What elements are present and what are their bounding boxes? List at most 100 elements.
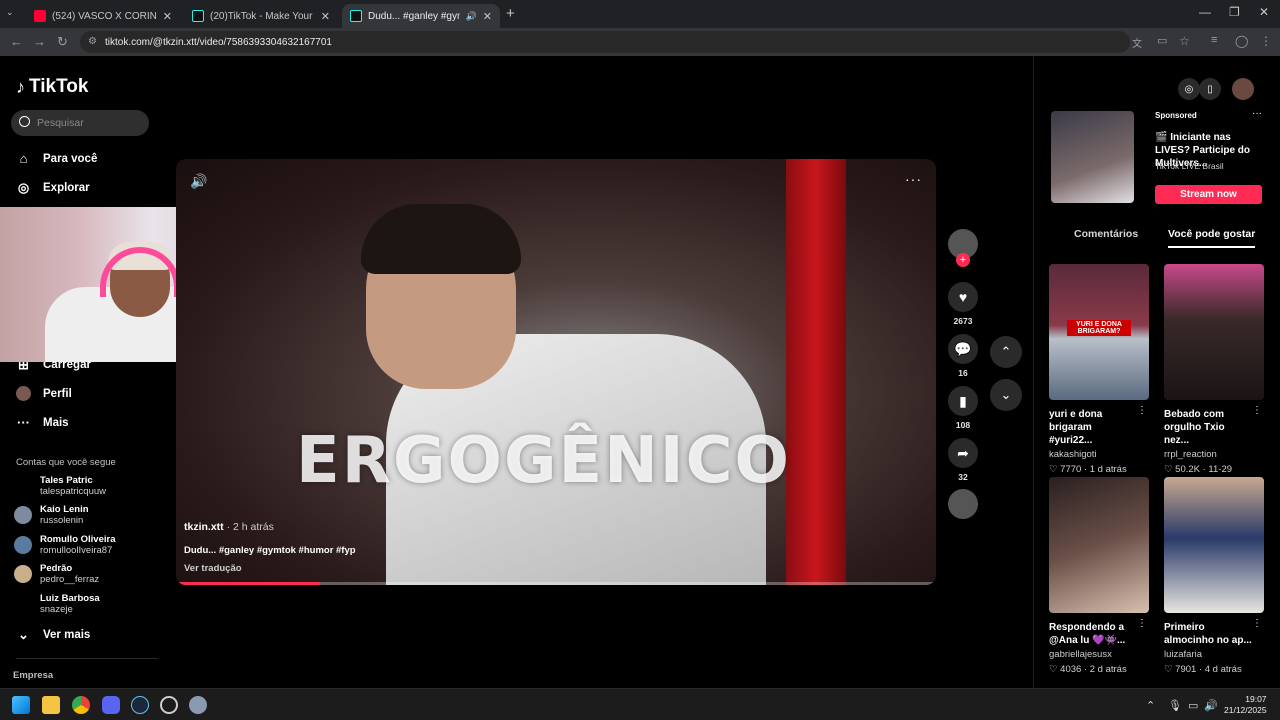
recommended-video-card[interactable]: ⋮ Respondendo a @Ana lu 💜👾... gabriellaj…: [1049, 477, 1149, 675]
tiktok-icon: [192, 10, 204, 22]
thumbnail-caption: YURI E DONA BRIGARAM?: [1067, 320, 1131, 336]
system-clock[interactable]: 19:07 21/12/2025: [1224, 694, 1267, 716]
tab-you-may-like[interactable]: Você pode gostar: [1168, 228, 1256, 248]
following-account[interactable]: Kaio Lenin russolenin: [14, 504, 89, 526]
heart-icon: ♥: [948, 282, 978, 312]
audio-playing-icon[interactable]: 🔊: [466, 11, 477, 22]
search-input[interactable]: Pesquisar: [11, 110, 149, 136]
video-thumbnail: [1164, 264, 1264, 400]
close-tab-icon[interactable]: ✕: [483, 10, 492, 23]
ad-more-icon[interactable]: ···: [1252, 108, 1262, 119]
next-video-button[interactable]: ⌄: [990, 379, 1022, 411]
tab-comments[interactable]: Comentários: [1074, 228, 1138, 240]
tab-youtube[interactable]: (524) VASCO X CORINTHIANS | ✕: [26, 4, 180, 28]
compass-icon: ◎: [17, 180, 30, 195]
address-bar-row: ← → ↻ ⚙ tiktok.com/@tkzin.xtt/video/7586…: [0, 28, 1280, 56]
recommended-video-card[interactable]: ⋮ Bebado com orgulho Txio nez... rrpl_re…: [1164, 264, 1264, 475]
minimize-icon[interactable]: —: [1199, 5, 1211, 19]
following-account[interactable]: Luiz Barbosa snazeje: [14, 593, 100, 615]
nav-profile[interactable]: Perfil: [16, 386, 72, 401]
settings-icon[interactable]: [189, 696, 207, 714]
see-more-button[interactable]: ⌄ Ver mais: [16, 627, 90, 643]
volume-icon[interactable]: 🔊: [190, 173, 207, 190]
translate-icon[interactable]: 文: [1132, 35, 1142, 50]
save-button[interactable]: ▮ 108: [948, 386, 978, 430]
chevron-up-icon[interactable]: ⌃: [1146, 699, 1155, 712]
card-more-icon[interactable]: ⋮: [1252, 405, 1262, 416]
share-button[interactable]: ➦ 32: [948, 438, 978, 482]
following-account[interactable]: Romullo Oliveira romulloolIveira87: [14, 534, 116, 556]
avatar[interactable]: [1232, 78, 1254, 100]
nav-explore[interactable]: ◎ Explorar: [16, 180, 90, 196]
nav-for-you[interactable]: ⌂ Para você: [16, 151, 98, 166]
translate-link[interactable]: Ver tradução: [184, 563, 242, 574]
avatar: [14, 477, 32, 495]
video-progress-fill: [176, 582, 321, 585]
company-link[interactable]: Empresa: [13, 670, 53, 681]
chrome-icon[interactable]: [72, 696, 90, 714]
ad-thumbnail[interactable]: [1051, 111, 1134, 203]
recommended-video-card[interactable]: ⋮ Primeiro almocinho no ap... luizafaria…: [1164, 477, 1264, 675]
follow-plus-icon[interactable]: +: [956, 253, 970, 267]
video-more-icon[interactable]: ···: [905, 171, 922, 187]
card-more-icon[interactable]: ⋮: [1137, 405, 1147, 416]
video-thumbnail: YURI E DONA BRIGARAM?: [1049, 264, 1149, 400]
monitor-icon[interactable]: ▭: [1188, 699, 1198, 712]
avatar: [14, 595, 32, 613]
tiktok-note-icon: ♪: [16, 76, 25, 97]
tab-search-icon[interactable]: ⌄: [6, 7, 22, 21]
sidebar-divider: [16, 658, 158, 659]
card-more-icon[interactable]: ⋮: [1137, 618, 1147, 629]
following-account[interactable]: Pedrão pedro__ferraz: [14, 563, 99, 585]
app-icon[interactable]: [160, 696, 178, 714]
close-tab-icon[interactable]: ✕: [163, 10, 172, 23]
compass-icon[interactable]: ◎: [1178, 78, 1200, 100]
video-overlay-text: ERGOGÊNICO: [296, 424, 791, 498]
video-player[interactable]: ERGOGÊNICO 🔊 ··· tkzin.xtt · 2 h atrás D…: [176, 159, 936, 585]
stream-now-button[interactable]: Stream now: [1155, 185, 1262, 204]
microphone-icon[interactable]: 🎙: [1168, 699, 1182, 712]
speaker-icon[interactable]: 🔊: [1204, 699, 1218, 712]
file-explorer-icon[interactable]: [42, 696, 60, 714]
video-progress-bar[interactable]: [176, 582, 936, 585]
nav-more[interactable]: ··· Mais: [16, 415, 69, 430]
tiktok-logo[interactable]: ♪ TikTok: [16, 76, 88, 98]
recommended-video-card[interactable]: YURI E DONA BRIGARAM? ⋮ yuri e dona brig…: [1049, 264, 1149, 475]
author-avatar-button[interactable]: +: [948, 229, 978, 267]
comment-button[interactable]: 💬 16: [948, 334, 978, 378]
share-icon: ➦: [948, 438, 978, 468]
following-header: Contas que você segue: [16, 457, 116, 468]
device-icon[interactable]: ▯: [1199, 78, 1221, 100]
account-icon[interactable]: ◯: [1235, 34, 1248, 48]
bookmark-star-icon[interactable]: ☆: [1179, 34, 1190, 48]
cast-icon[interactable]: ▭: [1157, 34, 1167, 47]
new-tab-button[interactable]: +: [506, 5, 515, 22]
video-caption[interactable]: Dudu... #ganley #gymtok #humor #fyp: [184, 545, 356, 556]
url-field[interactable]: ⚙ tiktok.com/@tkzin.xtt/video/7586393304…: [80, 31, 1142, 53]
following-account[interactable]: Tales Patric talespatricquuw: [14, 475, 106, 497]
site-info-icon[interactable]: ⚙: [88, 36, 97, 47]
card-more-icon[interactable]: ⋮: [1252, 618, 1262, 629]
restore-icon[interactable]: ❐: [1229, 5, 1240, 19]
close-window-icon[interactable]: ✕: [1259, 5, 1269, 19]
discord-icon[interactable]: [102, 696, 120, 714]
home-icon: ⌂: [19, 151, 28, 166]
sidebar: ♪ TikTok Pesquisar ⌂ Para você ◎ Explora…: [0, 56, 160, 688]
forward-icon[interactable]: →: [33, 34, 46, 49]
back-icon[interactable]: ←: [10, 34, 23, 49]
tab-tiktok-home[interactable]: (20)TikTok - Make Your Day ✕: [184, 4, 338, 28]
chevron-down-icon: ⌄: [18, 627, 29, 642]
like-button[interactable]: ♥ 2673: [948, 282, 978, 326]
windows-start-icon[interactable]: [12, 696, 30, 714]
media-controls-icon[interactable]: ≡: [1211, 34, 1217, 46]
gym-machine-frame: [786, 159, 846, 585]
previous-video-button[interactable]: ⌃: [990, 336, 1022, 368]
music-disc-button[interactable]: [948, 489, 978, 519]
video-person-hair: [361, 204, 521, 274]
menu-icon[interactable]: ⋮: [1260, 34, 1272, 48]
close-tab-icon[interactable]: ✕: [321, 10, 330, 23]
steam-icon[interactable]: [131, 696, 149, 714]
tab-tiktok-video[interactable]: Dudu... #ganley #gymtok # 🔊 ✕: [342, 4, 500, 28]
video-author[interactable]: tkzin.xtt · 2 h atrás: [184, 521, 274, 533]
reload-icon[interactable]: ↻: [57, 34, 68, 50]
